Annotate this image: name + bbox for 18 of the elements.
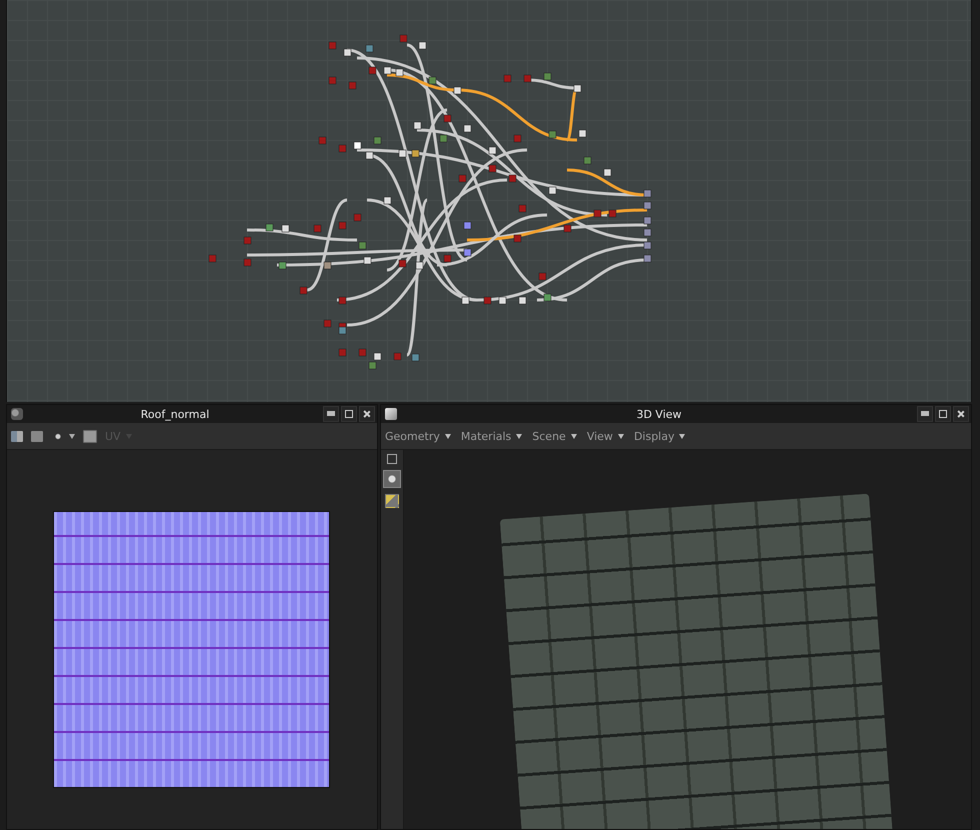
pin-icon[interactable]: [917, 406, 933, 422]
cube-icon[interactable]: [385, 408, 397, 420]
menu-button[interactable]: Display: [634, 430, 686, 442]
restore-icon[interactable]: [935, 406, 951, 422]
node-ports[interactable]: [208, 34, 652, 370]
menu-button[interactable]: Materials: [460, 430, 522, 442]
menu-button[interactable]: View: [586, 430, 624, 442]
restore-icon[interactable]: [341, 406, 357, 422]
close-icon[interactable]: [953, 406, 969, 422]
image-icon[interactable]: [11, 430, 23, 442]
close-icon[interactable]: [359, 406, 375, 422]
panel-title: Roof_normal: [140, 408, 210, 420]
menu-button[interactable]: Geometry: [385, 430, 451, 442]
pin-icon[interactable]: [323, 406, 339, 422]
menu-button[interactable]: Scene: [532, 430, 577, 442]
caret-icon[interactable]: [69, 434, 75, 438]
panel-title: 3D View: [635, 408, 683, 420]
graph-canvas[interactable]: [6, 0, 972, 402]
